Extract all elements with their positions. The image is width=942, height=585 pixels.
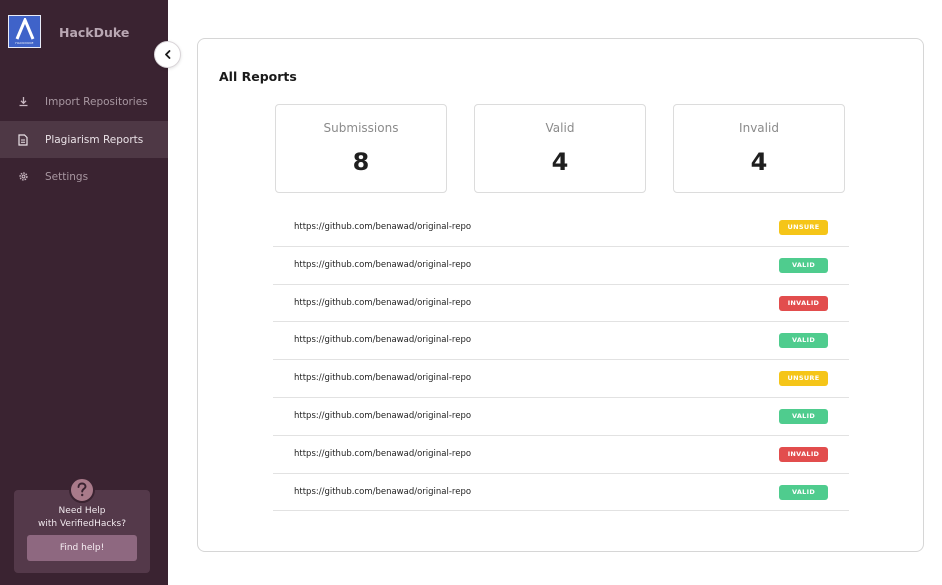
reports-panel: All Reports Submissions 8 Valid 4 Invali… — [197, 38, 924, 552]
stat-card-submissions: Submissions 8 — [275, 104, 447, 193]
help-card: Need Help with VerifiedHacks? Find help! — [14, 477, 150, 573]
nav-label: Settings — [45, 170, 89, 183]
logo-mark-icon — [15, 18, 34, 40]
repo-link[interactable]: https://github.com/benawad/original-repo — [294, 360, 471, 398]
report-row[interactable]: https://github.com/benawad/original-repo… — [273, 322, 849, 361]
sidebar: HACKDUKE HackDuke Import Repositories Pl… — [0, 0, 168, 585]
stat-label: Valid — [545, 121, 575, 135]
status-badge: UNSURE — [779, 220, 828, 235]
stat-label: Submissions — [323, 121, 399, 135]
stat-value: 4 — [551, 148, 569, 176]
repo-link[interactable]: https://github.com/benawad/original-repo — [294, 322, 471, 360]
report-list: https://github.com/benawad/original-repo… — [273, 209, 849, 512]
stat-label: Invalid — [739, 121, 779, 135]
status-badge: VALID — [779, 408, 828, 424]
status-badge: UNSURE — [779, 371, 828, 387]
nav-item-settings[interactable]: Settings — [0, 158, 168, 195]
repo-link[interactable]: https://github.com/benawad/original-repo — [294, 436, 471, 474]
report-row[interactable]: https://github.com/benawad/original-repo… — [273, 398, 849, 436]
status-badge: INVALID — [779, 295, 828, 311]
question-icon — [69, 477, 95, 503]
document-icon — [17, 133, 29, 146]
download-icon — [17, 96, 29, 108]
brand-name: HackDuke — [59, 25, 130, 40]
report-row[interactable]: https://github.com/benawad/original-repo… — [273, 285, 849, 323]
help-title: Need Help — [58, 506, 106, 516]
nav-item-import-repositories[interactable]: Import Repositories — [0, 83, 168, 120]
stat-card-invalid: Invalid 4 — [673, 104, 845, 193]
status-badge: VALID — [779, 257, 828, 273]
help-subtitle: with VerifiedHacks? — [38, 519, 126, 529]
report-row[interactable]: https://github.com/benawad/original-repo… — [273, 436, 849, 474]
report-row[interactable]: https://github.com/benawad/original-repo… — [273, 209, 849, 247]
report-row[interactable]: https://github.com/benawad/original-repo… — [273, 360, 849, 398]
chevron-left-icon — [164, 50, 170, 59]
stat-card-valid: Valid 4 — [474, 104, 646, 193]
status-badge: INVALID — [779, 446, 828, 462]
status-badge: VALID — [779, 333, 828, 349]
report-row[interactable]: https://github.com/benawad/original-repo… — [273, 247, 849, 285]
find-help-button[interactable]: Find help! — [27, 535, 137, 561]
logo-text: HACKDUKE — [15, 41, 34, 45]
status-badge: VALID — [779, 484, 828, 500]
repo-link[interactable]: https://github.com/benawad/original-repo — [294, 247, 471, 285]
repo-link[interactable]: https://github.com/benawad/original-repo — [294, 285, 471, 323]
nav-label: Import Repositories — [45, 95, 148, 108]
repo-link[interactable]: https://github.com/benawad/original-repo — [294, 398, 471, 436]
report-row[interactable]: https://github.com/benawad/original-repo… — [273, 474, 849, 512]
collapse-sidebar-button[interactable] — [154, 41, 181, 68]
nav-label: Plagiarism Reports — [45, 133, 144, 146]
repo-link[interactable]: https://github.com/benawad/original-repo — [294, 474, 471, 512]
repo-link[interactable]: https://github.com/benawad/original-repo — [294, 209, 471, 247]
nav-item-plagiarism-reports[interactable]: Plagiarism Reports — [0, 121, 168, 158]
stat-value: 8 — [352, 148, 370, 176]
page-title: All Reports — [219, 69, 297, 84]
logo[interactable]: HACKDUKE — [8, 15, 41, 48]
gear-icon — [17, 171, 29, 183]
stat-value: 4 — [750, 148, 768, 176]
